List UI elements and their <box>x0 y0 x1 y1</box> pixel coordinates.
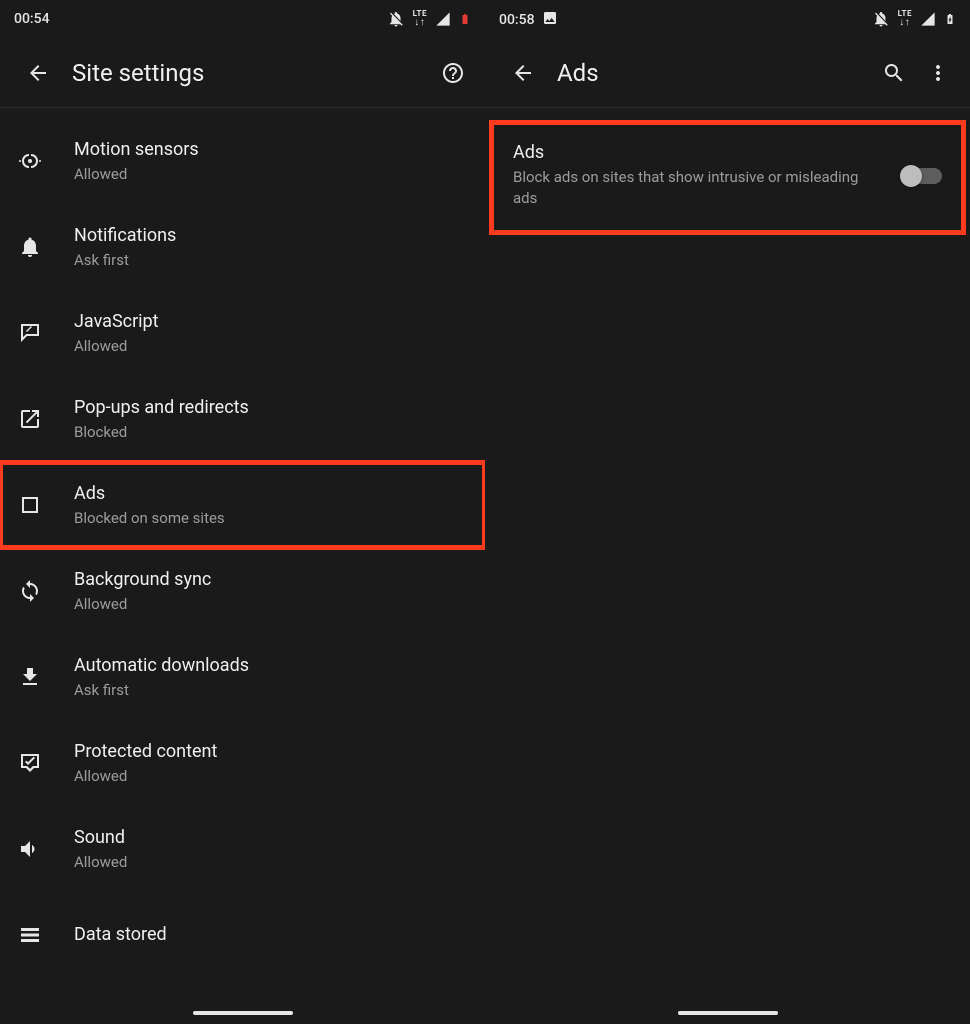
row-icon-slot <box>18 407 74 431</box>
more-options-button[interactable] <box>916 51 960 95</box>
ads-toggle-row[interactable]: Ads Block ads on sites that show intrusi… <box>491 122 964 233</box>
settings-row-motion[interactable]: Motion sensorsAllowed <box>0 118 485 204</box>
row-icon-slot <box>18 149 74 173</box>
ads-content: Ads Block ads on sites that show intrusi… <box>485 108 970 1002</box>
ads-switch[interactable] <box>902 168 942 184</box>
help-button[interactable] <box>431 51 475 95</box>
protected-icon <box>18 751 42 775</box>
signal-icon <box>920 11 936 27</box>
settings-row-data[interactable]: Data stored <box>0 892 485 978</box>
site-settings-screen: 00:54 LTE↓↑ Site settings Motion sensors… <box>0 0 485 1024</box>
row-sub: Allowed <box>74 164 469 184</box>
row-icon-slot <box>18 751 74 775</box>
battery-icon <box>459 10 471 28</box>
back-button[interactable] <box>503 53 543 93</box>
row-icon-slot <box>18 235 74 259</box>
help-icon <box>441 61 465 85</box>
row-sub: Ask first <box>74 250 469 270</box>
status-icons: LTE↓↑ <box>872 10 956 28</box>
row-label: Pop-ups and redirects <box>74 396 469 420</box>
popup-icon <box>18 407 42 431</box>
row-label: Sound <box>74 826 469 850</box>
search-button[interactable] <box>872 51 916 95</box>
row-label: Background sync <box>74 568 469 592</box>
sound-icon <box>18 837 42 861</box>
search-icon <box>882 61 906 85</box>
row-label: JavaScript <box>74 310 469 334</box>
motion-icon <box>18 149 42 173</box>
ads-settings-screen: 00:58 LTE↓↑ Ads Ads Block ads on sites t… <box>485 0 970 1024</box>
settings-row-sound[interactable]: SoundAllowed <box>0 806 485 892</box>
download-icon <box>18 665 42 689</box>
row-icon-slot <box>18 321 74 345</box>
row-sub: Allowed <box>74 336 469 356</box>
nav-pill[interactable] <box>193 1011 293 1015</box>
status-bar: 00:54 LTE↓↑ <box>0 0 485 38</box>
status-icons: LTE↓↑ <box>387 10 471 28</box>
nav-pill[interactable] <box>678 1011 778 1015</box>
row-sub: Blocked <box>74 422 469 442</box>
row-sub: Allowed <box>74 594 469 614</box>
row-label: Protected content <box>74 740 469 764</box>
signal-icon <box>435 11 451 27</box>
row-sub: Allowed <box>74 766 469 786</box>
settings-row-ads[interactable]: AdsBlocked on some sites <box>0 462 485 548</box>
ads-icon <box>18 493 42 517</box>
row-label: Data stored <box>74 923 469 947</box>
status-time: 00:58 <box>499 10 558 28</box>
row-label: Ads <box>74 482 469 506</box>
lte-indicator: LTE↓↑ <box>413 10 427 28</box>
row-sub: Blocked on some sites <box>74 508 469 528</box>
more-vert-icon <box>926 61 950 85</box>
settings-row-download[interactable]: Automatic downloadsAsk first <box>0 634 485 720</box>
back-arrow-icon <box>26 61 50 85</box>
switch-knob <box>900 165 922 187</box>
app-bar: Site settings <box>0 38 485 108</box>
battery-charging-icon <box>944 10 956 28</box>
settings-row-protected[interactable]: Protected contentAllowed <box>0 720 485 806</box>
row-icon-slot <box>18 493 74 517</box>
row-label: Notifications <box>74 224 469 248</box>
sync-icon <box>18 579 42 603</box>
settings-row-popup[interactable]: Pop-ups and redirectsBlocked <box>0 376 485 462</box>
bell-icon <box>18 235 42 259</box>
row-icon-slot <box>18 837 74 861</box>
row-sub: Ask first <box>74 680 469 700</box>
settings-row-bell[interactable]: NotificationsAsk first <box>0 204 485 290</box>
app-bar: Ads <box>485 38 970 108</box>
row-label: Motion sensors <box>74 138 469 162</box>
ads-toggle-description: Block ads on sites that show intrusive o… <box>513 167 884 209</box>
row-sub: Allowed <box>74 852 469 872</box>
settings-list: Motion sensorsAllowedNotificationsAsk fi… <box>0 108 485 1002</box>
page-title: Site settings <box>72 59 431 87</box>
row-icon-slot <box>18 923 74 947</box>
settings-row-js[interactable]: JavaScriptAllowed <box>0 290 485 376</box>
notifications-off-icon <box>387 10 405 28</box>
ads-toggle-label: Ads <box>513 142 884 163</box>
back-arrow-icon <box>511 61 535 85</box>
nav-bar <box>0 1002 485 1024</box>
page-title: Ads <box>557 59 872 87</box>
status-bar: 00:58 LTE↓↑ <box>485 0 970 38</box>
status-time: 00:54 <box>14 11 50 27</box>
row-icon-slot <box>18 665 74 689</box>
data-icon <box>18 923 42 947</box>
settings-row-nfc[interactable]: NFC devices <box>0 978 485 1002</box>
row-label: Automatic downloads <box>74 654 469 678</box>
lte-indicator: LTE↓↑ <box>898 10 912 28</box>
js-icon <box>18 321 42 345</box>
settings-row-sync[interactable]: Background syncAllowed <box>0 548 485 634</box>
image-icon <box>542 10 558 26</box>
row-icon-slot <box>18 579 74 603</box>
back-button[interactable] <box>18 53 58 93</box>
nav-bar <box>485 1002 970 1024</box>
notifications-off-icon <box>872 10 890 28</box>
